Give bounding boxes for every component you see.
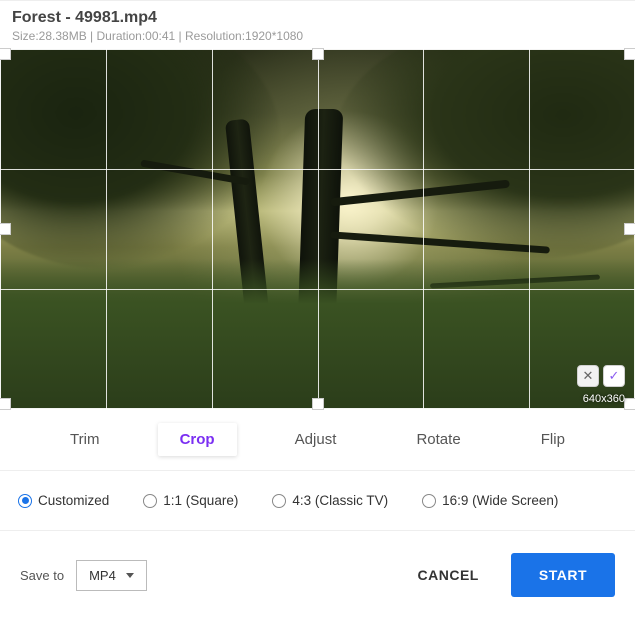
tab-trim[interactable]: Trim [48, 423, 121, 456]
radio-dot-icon [422, 494, 436, 508]
crop-ratio-options: Customized 1:1 (Square) 4:3 (Classic TV)… [0, 471, 635, 531]
radio-label: 4:3 (Classic TV) [292, 493, 388, 508]
crop-confirm-button[interactable]: ✓ [603, 365, 625, 387]
save-to-label: Save to [20, 568, 64, 583]
radio-dot-icon [143, 494, 157, 508]
start-button[interactable]: START [511, 553, 615, 597]
tab-crop[interactable]: Crop [158, 423, 237, 456]
radio-16-9[interactable]: 16:9 (Wide Screen) [422, 493, 558, 508]
tab-rotate[interactable]: Rotate [394, 423, 482, 456]
crop-dimensions: 640x360 [583, 393, 625, 405]
header: Forest - 49981.mp4 Size:28.38MB | Durati… [0, 0, 635, 49]
cancel-button[interactable]: CANCEL [400, 555, 497, 595]
format-select[interactable]: MP4 [76, 560, 147, 591]
tool-tabs: Trim Crop Adjust Rotate Flip [0, 409, 635, 471]
close-icon: ✕ [583, 368, 594, 384]
video-frame [0, 49, 635, 409]
radio-customized[interactable]: Customized [18, 493, 109, 508]
tab-adjust[interactable]: Adjust [273, 423, 359, 456]
file-title: Forest - 49981.mp4 [12, 9, 623, 27]
check-icon: ✓ [609, 368, 620, 384]
video-preview[interactable]: ✕ ✓ 640x360 [0, 49, 635, 409]
tab-flip[interactable]: Flip [519, 423, 587, 456]
radio-label: 16:9 (Wide Screen) [442, 493, 558, 508]
radio-dot-icon [18, 494, 32, 508]
radio-dot-icon [272, 494, 286, 508]
chevron-down-icon [126, 573, 134, 578]
crop-cancel-button[interactable]: ✕ [577, 365, 599, 387]
radio-label: Customized [38, 493, 109, 508]
file-meta: Size:28.38MB | Duration:00:41 | Resoluti… [12, 29, 623, 43]
radio-label: 1:1 (Square) [163, 493, 238, 508]
footer: Save to MP4 CANCEL START [0, 531, 635, 619]
radio-4-3[interactable]: 4:3 (Classic TV) [272, 493, 388, 508]
crop-actions: ✕ ✓ [577, 365, 625, 387]
radio-1-1[interactable]: 1:1 (Square) [143, 493, 238, 508]
format-value: MP4 [89, 568, 116, 583]
